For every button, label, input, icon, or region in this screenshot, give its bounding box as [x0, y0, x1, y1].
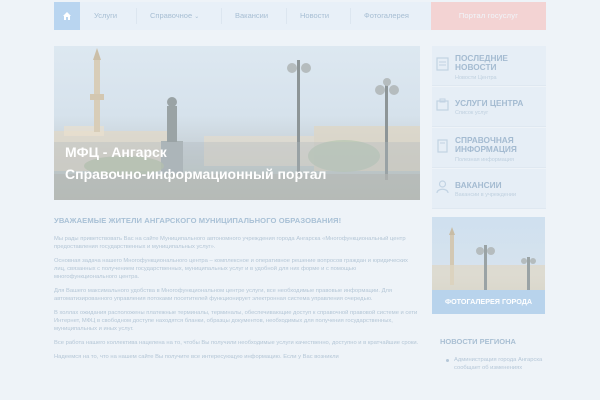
- nav-item-reference-label: Справочное: [150, 11, 193, 20]
- region-news-list: Администрация города Ангарска сообщает о…: [446, 356, 546, 372]
- sidebar-item-vacancies[interactable]: Вакансии Вакансии в учреждении: [432, 169, 546, 209]
- sidebar-item-services[interactable]: Услуги центра Список услуг: [432, 87, 546, 127]
- article-paragraph: Для Вашего максимального удобства в Мног…: [54, 288, 393, 302]
- top-nav: Услуги Справочное ⌄ Вакансии Новости Фот…: [54, 2, 546, 30]
- region-news-heading: НОВОСТИ РЕГИОНА: [440, 337, 516, 346]
- nav-item-reference[interactable]: Справочное ⌄: [150, 2, 199, 30]
- nav-divider: [136, 8, 137, 24]
- sidebar-item-reference[interactable]: Справочная информация Полезная информаци…: [432, 128, 546, 168]
- chevron-down-icon: ⌄: [194, 14, 200, 20]
- nav-divider: [286, 8, 287, 24]
- sidebar-item-latest-news[interactable]: Последние новости Новости Центра: [432, 46, 546, 86]
- nav-divider: [221, 8, 222, 24]
- hero-banner: МФЦ - Ангарск Справочно-информационный п…: [54, 46, 420, 200]
- sidebar-item-subtitle: Новости Центра: [455, 75, 497, 81]
- page: Услуги Справочное ⌄ Вакансии Новости Фот…: [54, 0, 546, 400]
- sidebar-item-subtitle: Список услуг: [455, 110, 489, 116]
- article-paragraph: Основная задача нашего Многофункциональн…: [54, 258, 408, 280]
- hero-subtitle: Справочно-информационный портал: [65, 166, 327, 182]
- city-gallery[interactable]: ФОТОГАЛЕРЕЯ ГОРОДА: [432, 217, 545, 314]
- nav-item-services[interactable]: Услуги: [94, 2, 117, 30]
- article-paragraph: Мы рады приветствовать Вас на сайте Муни…: [54, 236, 406, 250]
- region-news-item[interactable]: Администрация города Ангарска сообщает о…: [446, 356, 546, 372]
- services-icon: [436, 98, 449, 111]
- sidebar-item-title: Последние новости: [455, 53, 508, 72]
- document-icon: [436, 57, 449, 71]
- person-icon: [436, 180, 449, 194]
- nav-item-vacancies[interactable]: Вакансии: [235, 2, 268, 30]
- article-heading: Уважаемые жители Ангарского муниципально…: [54, 216, 342, 225]
- nav-divider: [350, 8, 351, 24]
- article-paragraph: Все работа нашего коллектива нацелена на…: [54, 340, 419, 346]
- sidebar-item-subtitle: Полезная информация: [455, 157, 514, 163]
- gosuslugi-portal-button[interactable]: Портал госуслуг: [431, 2, 546, 30]
- hero-title: МФЦ - Ангарск: [65, 144, 167, 160]
- gallery-caption: ФОТОГАЛЕРЕЯ ГОРОДА: [432, 290, 545, 314]
- sidebar-item-title: Справочная информация: [455, 135, 517, 154]
- book-icon: [437, 139, 448, 153]
- nav-item-gallery[interactable]: Фотогалерея: [364, 2, 409, 30]
- article-paragraph: Надеемся на то, что на нашем сайте Вы по…: [54, 354, 339, 360]
- sidebar-menu: Последние новости Новости Центра Услуги …: [432, 46, 546, 210]
- welcome-article: Уважаемые жители Ангарского муниципально…: [54, 216, 420, 367]
- nav-item-news[interactable]: Новости: [300, 2, 329, 30]
- sidebar-item-title: Вакансии: [455, 180, 502, 190]
- sidebar-item-subtitle: Вакансии в учреждении: [455, 192, 517, 198]
- home-button[interactable]: [54, 2, 80, 30]
- home-icon: [63, 12, 71, 20]
- sidebar-item-title: Услуги центра: [455, 98, 524, 108]
- article-paragraph: В холлах ожидания расположены платежные …: [54, 310, 418, 332]
